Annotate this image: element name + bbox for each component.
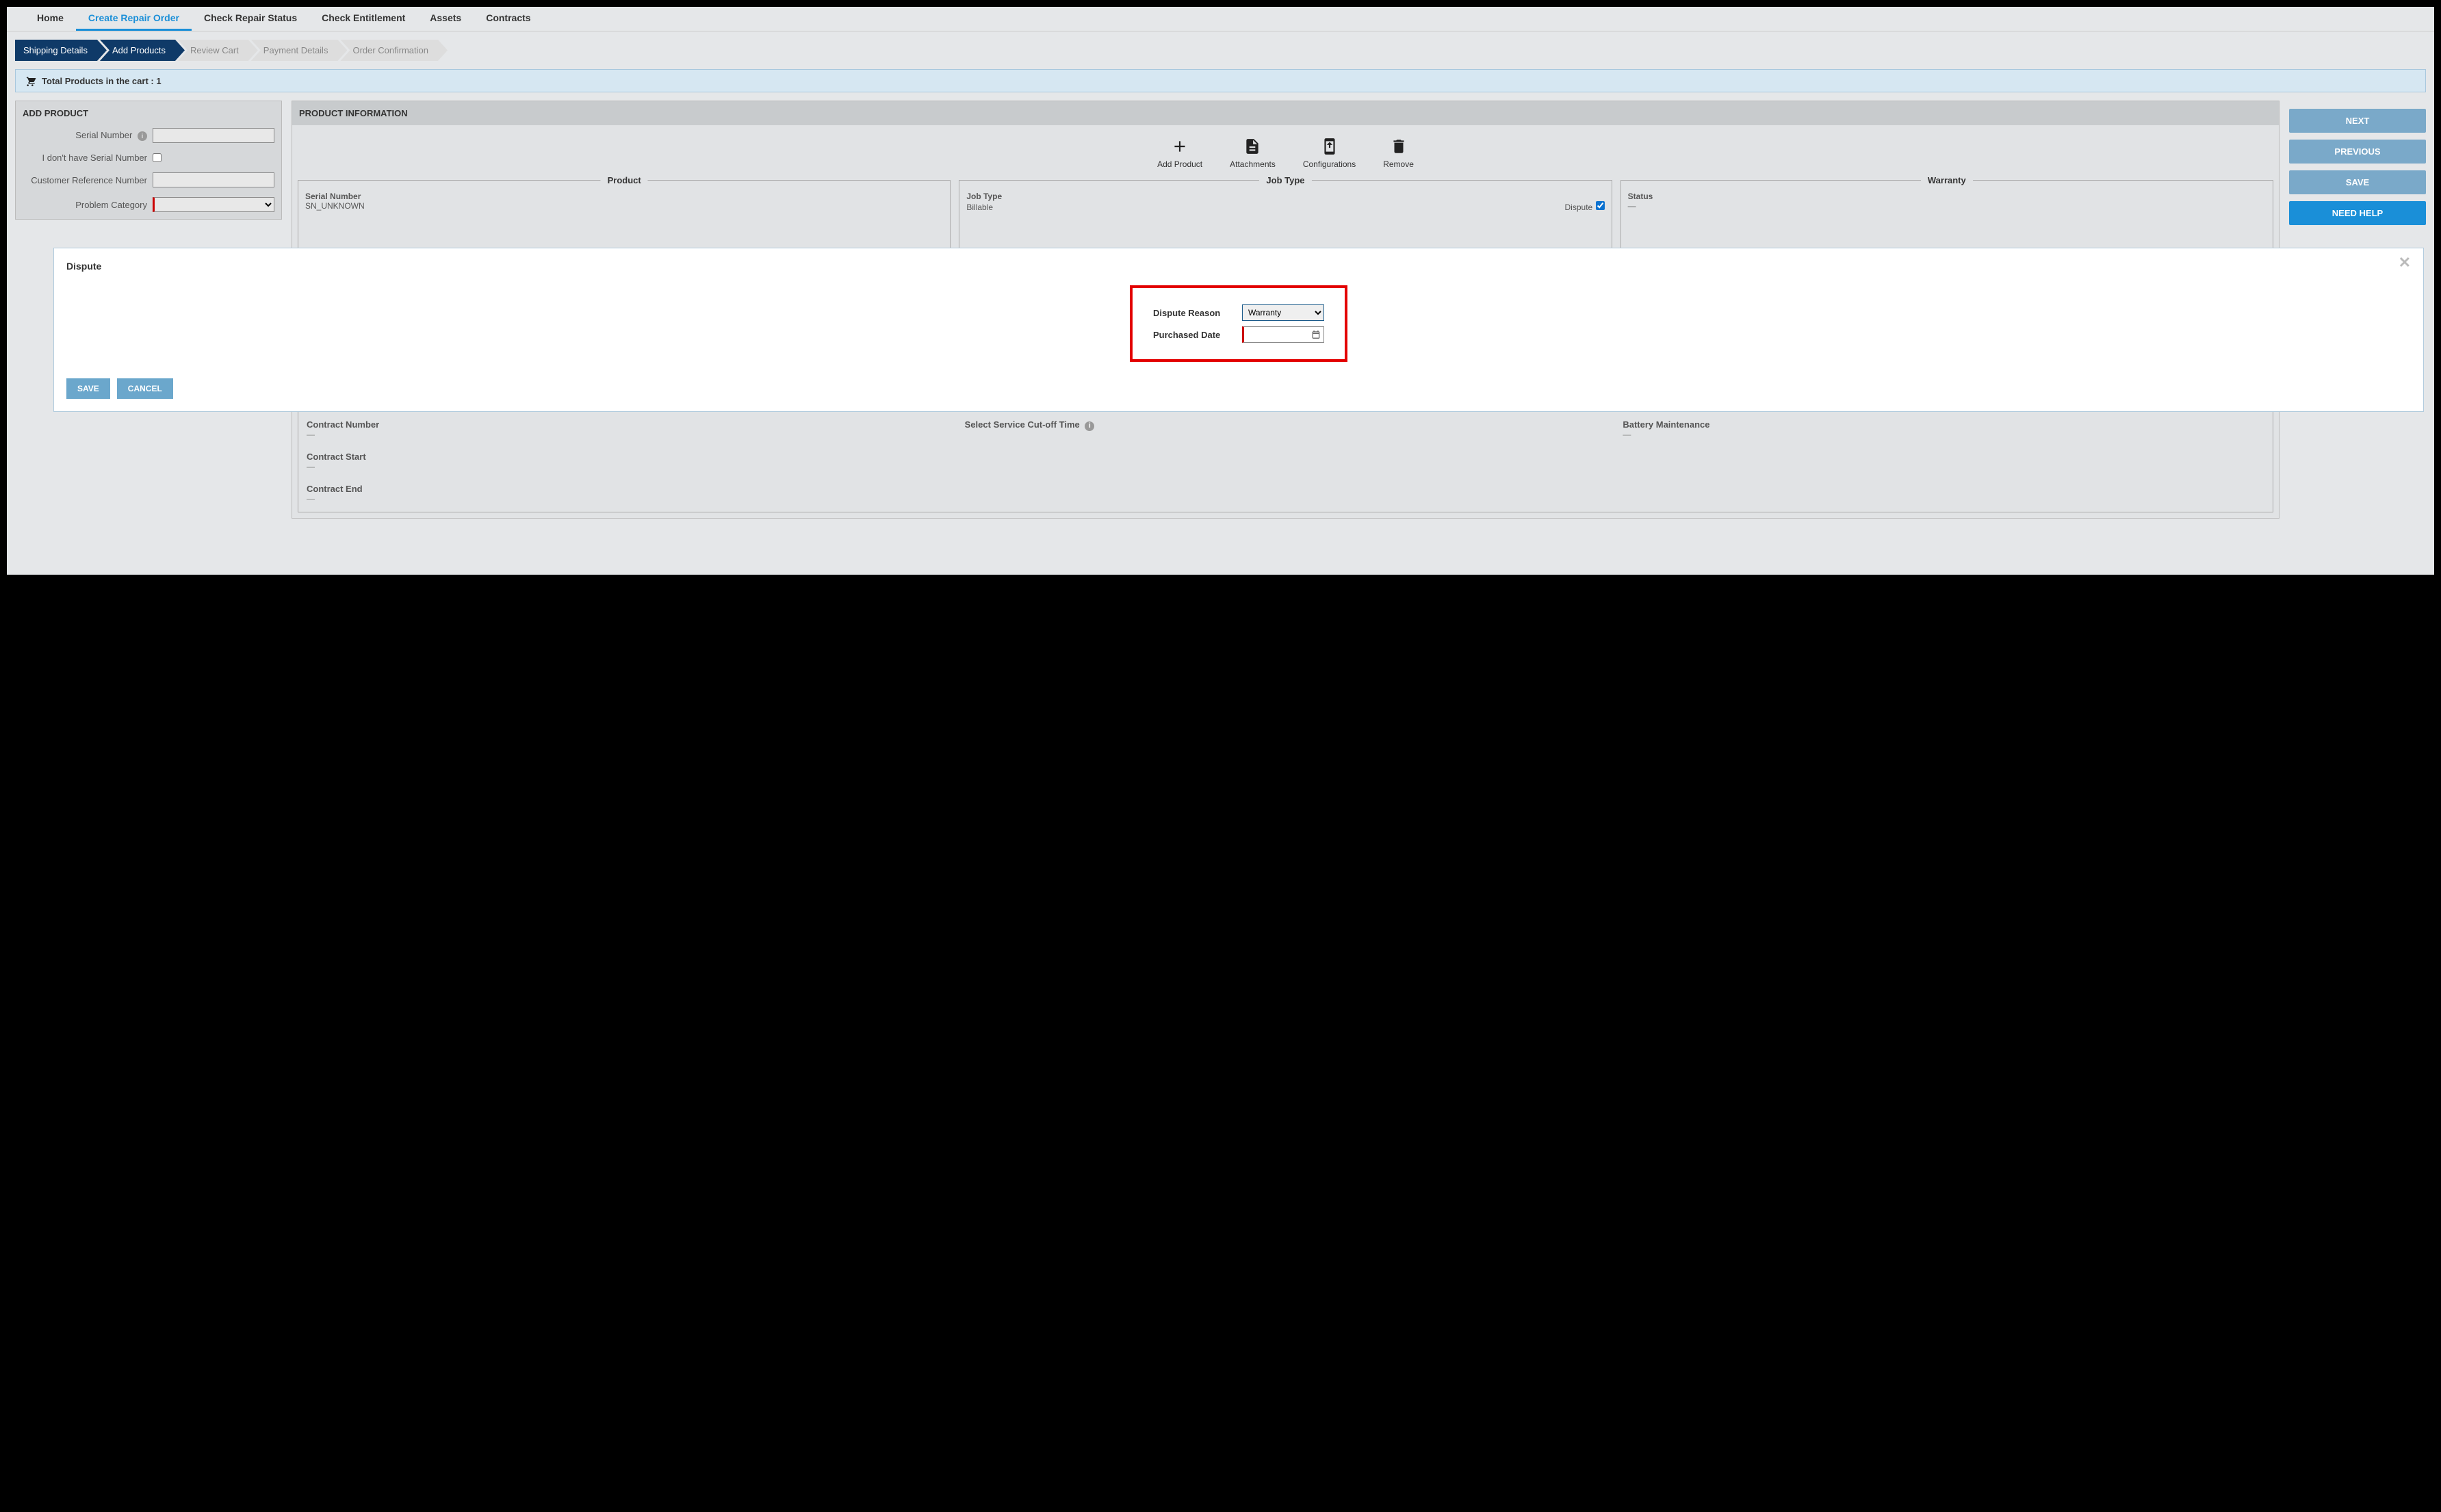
cart-icon — [24, 75, 36, 86]
product-box: Product Serial NumberSN_UNKNOWN — [298, 180, 951, 248]
step-order-confirmation: Order Confirmation — [340, 40, 448, 61]
remove-button[interactable]: Remove — [1383, 138, 1414, 170]
calendar-icon[interactable] — [1311, 330, 1321, 339]
contract-item-label: Contract Start — [307, 452, 948, 462]
remove-label: Remove — [1383, 159, 1414, 169]
step-shipping-details[interactable]: Shipping Details — [15, 40, 107, 61]
attachments-label: Attachments — [1230, 159, 1276, 169]
warranty-legend: Warranty — [1921, 175, 1973, 185]
config-icon — [1321, 138, 1339, 155]
need-help-button[interactable]: NEED HELP — [2289, 201, 2426, 225]
tab-contracts[interactable]: Contracts — [474, 7, 543, 31]
dispute-highlight-area: Dispute Reason Warranty Purchased Date — [1130, 285, 1347, 362]
no-serial-checkbox[interactable] — [153, 153, 162, 162]
dispute-reason-label: Dispute Reason — [1153, 308, 1242, 318]
tab-check-entitlement[interactable]: Check Entitlement — [309, 7, 417, 31]
contract-item: Contract Number— — [307, 419, 948, 439]
contract-item-value: — — [1623, 430, 2264, 439]
tab-create-repair-order[interactable]: Create Repair Order — [76, 7, 192, 31]
purchased-date-input[interactable] — [1242, 326, 1324, 343]
jobtype-legend: Job Type — [1259, 175, 1311, 185]
previous-button[interactable]: PREVIOUS — [2289, 140, 2426, 164]
top-nav: Home Create Repair Order Check Repair St… — [7, 7, 2434, 31]
trash-icon — [1390, 138, 1408, 155]
dispute-modal: Dispute ✕ Dispute Reason Warranty Purcha… — [53, 248, 2424, 412]
contract-item: Select Service Cut-off Time i — [965, 419, 1607, 439]
attachments-button[interactable]: Attachments — [1230, 138, 1276, 170]
tab-assets[interactable]: Assets — [417, 7, 474, 31]
no-serial-label: I don't have Serial Number — [23, 153, 153, 163]
tab-check-repair-status[interactable]: Check Repair Status — [192, 7, 309, 31]
cart-summary-bar: Total Products in the cart : 1 — [15, 69, 2426, 92]
dispute-modal-title: Dispute — [66, 261, 2411, 272]
contract-item: Contract End— — [307, 484, 948, 504]
warranty-box: Warranty Status— — [1620, 180, 2273, 248]
save-button[interactable]: SAVE — [2289, 170, 2426, 194]
add-product-title: ADD PRODUCT — [23, 108, 274, 118]
app-window: Home Create Repair Order Check Repair St… — [7, 7, 2434, 575]
contract-item-value: — — [307, 430, 948, 439]
serial-number-label: Serial Number i — [23, 130, 153, 142]
close-icon[interactable]: ✕ — [2399, 254, 2411, 272]
contract-item-value: — — [307, 494, 948, 504]
modal-cancel-button[interactable]: CANCEL — [117, 378, 173, 399]
problem-category-select[interactable] — [153, 197, 274, 212]
step-payment-details: Payment Details — [251, 40, 348, 61]
info-icon[interactable]: i — [138, 131, 147, 141]
contract-item-label: Battery Maintenance — [1623, 419, 2264, 430]
jobtype-value: Billable — [966, 203, 993, 212]
configurations-button[interactable]: Configurations — [1303, 138, 1356, 170]
step-add-products[interactable]: Add Products — [100, 40, 185, 61]
customer-ref-label: Customer Reference Number — [23, 175, 153, 185]
contract-item — [1623, 452, 2264, 471]
warranty-status-label: Status — [1628, 192, 2266, 201]
contract-item: Contract Start— — [307, 452, 948, 471]
contract-item-value: — — [307, 462, 948, 471]
wizard-steps: Shipping Details Add Products Review Car… — [7, 31, 2434, 61]
serial-number-input[interactable] — [153, 128, 274, 143]
purchased-date-label: Purchased Date — [1153, 330, 1242, 340]
product-info-title: PRODUCT INFORMATION — [292, 101, 2279, 125]
dispute-checkbox[interactable] — [1596, 201, 1605, 210]
cart-summary-text: Total Products in the cart : 1 — [42, 76, 162, 86]
tab-home[interactable]: Home — [25, 7, 76, 31]
product-legend: Product — [601, 175, 648, 185]
plus-icon — [1171, 138, 1189, 155]
document-icon — [1243, 138, 1261, 155]
contract-item-label: Contract End — [307, 484, 948, 494]
step-review-cart: Review Cart — [178, 40, 258, 61]
info-icon[interactable]: i — [1085, 421, 1094, 431]
configurations-label: Configurations — [1303, 159, 1356, 169]
dispute-label: Dispute — [1565, 203, 1593, 212]
warranty-status-value: — — [1628, 201, 2266, 211]
right-action-buttons: NEXT PREVIOUS SAVE NEED HELP — [2289, 101, 2426, 225]
jobtype-label: Job Type — [966, 192, 1604, 201]
contract-item: Battery Maintenance— — [1623, 419, 2264, 439]
jobtype-box: Job Type Job Type Billable Dispute — [959, 180, 1612, 248]
add-product-button[interactable]: Add Product — [1157, 138, 1202, 170]
contract-item-label: Select Service Cut-off Time i — [965, 419, 1607, 431]
next-button[interactable]: NEXT — [2289, 109, 2426, 133]
modal-save-button[interactable]: SAVE — [66, 378, 110, 399]
contract-item-label: Contract Number — [307, 419, 948, 430]
add-product-panel: ADD PRODUCT Serial Number i I don't have… — [15, 101, 282, 220]
product-serial-label: Serial Number — [305, 192, 943, 201]
add-product-label: Add Product — [1157, 159, 1202, 169]
customer-ref-input[interactable] — [153, 172, 274, 187]
contract-item — [965, 452, 1607, 471]
dispute-reason-select[interactable]: Warranty — [1242, 304, 1324, 321]
problem-category-label: Problem Category — [23, 200, 153, 210]
product-serial-value: SN_UNKNOWN — [305, 201, 943, 211]
